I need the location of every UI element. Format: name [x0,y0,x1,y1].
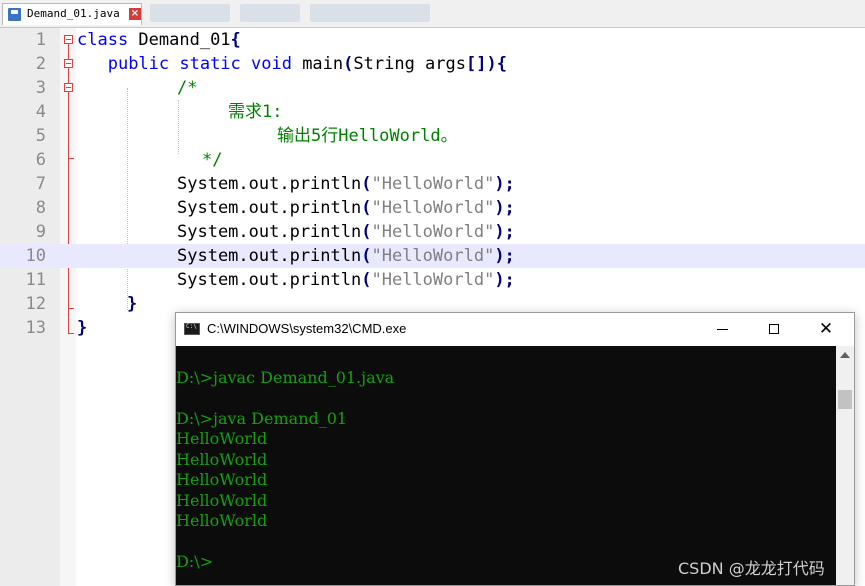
code-text: System.out.println("HelloWorld"); [177,246,515,266]
cmd-window[interactable]: C:\WINDOWS\system32\CMD.exe ✕ D:\>javac … [175,312,855,586]
code-line-6[interactable]: 6 */ [0,148,865,172]
save-icon [8,8,21,21]
cmd-window-title: C:\WINDOWS\system32\CMD.exe [207,321,407,336]
tab-demand-01[interactable]: Demand_01.java × [2,3,142,25]
code-line-9[interactable]: 9 System.out.println("HelloWorld"); [0,220,865,244]
code-text: } [77,318,88,338]
line-number: 3 [35,78,46,98]
code-text: System.out.println("HelloWorld"); [177,270,515,290]
code-text: 需求1: [228,102,283,122]
code-line-3[interactable]: 3 /* [0,76,865,100]
code-text: class Demand_01{ [77,30,241,50]
terminal-line: HelloWorld [176,429,268,448]
terminal-icon [184,323,200,335]
tab-label: Demand_01.java [27,7,120,20]
terminal-prompt: D:\> [176,552,214,571]
code-text: */ [202,150,223,170]
scroll-thumb[interactable] [838,390,852,409]
code-text: System.out.println("HelloWorld"); [177,174,515,194]
tab-bar: Demand_01.java × [0,0,865,28]
scroll-up-icon[interactable] [840,352,850,358]
code-text: 输出5行HelloWorld。 [277,126,458,146]
code-line-4[interactable]: 4 需求1: [0,100,865,124]
blurred-tab[interactable] [310,4,430,22]
line-number: 6 [35,150,46,170]
terminal-line: HelloWorld [176,450,268,469]
line-number: 1 [35,30,46,50]
code-line-1[interactable]: 1 class Demand_01{ [0,28,865,52]
code-line-10[interactable]: 10 System.out.println("HelloWorld"); [0,244,865,268]
close-tab-icon[interactable]: × [129,8,141,20]
maximize-icon[interactable] [748,313,800,346]
code-line-2[interactable]: 2 public static void main(String args[])… [0,52,865,76]
blurred-tab[interactable] [150,4,230,22]
code-line-8[interactable]: 8 System.out.println("HelloWorld"); [0,196,865,220]
blurred-tab[interactable] [240,4,300,22]
line-number: 13 [25,318,46,338]
code-line-7[interactable]: 7 System.out.println("HelloWorld"); [0,172,865,196]
minimize-icon[interactable] [696,313,748,346]
cmd-titlebar[interactable]: C:\WINDOWS\system32\CMD.exe ✕ [176,313,854,346]
terminal-line: D:\>javac Demand_01.java [176,368,395,387]
line-number: 2 [35,54,46,74]
watermark: CSDN @龙龙打代码 [678,559,825,578]
code-text: System.out.println("HelloWorld"); [177,198,515,218]
line-number: 4 [35,102,46,122]
line-number: 12 [25,294,46,314]
terminal-output[interactable]: D:\>javac Demand_01.java D:\>java Demand… [176,346,836,585]
close-icon[interactable]: ✕ [800,313,852,346]
terminal-line: HelloWorld [176,491,268,510]
code-line-11[interactable]: 11 System.out.println("HelloWorld"); [0,268,865,292]
line-number: 10 [25,246,46,266]
code-text: } [127,294,138,314]
code-text: System.out.println("HelloWorld"); [177,222,515,242]
terminal-scrollbar[interactable] [836,346,854,585]
line-number: 9 [35,222,46,242]
terminal-line: D:\>java Demand_01 [176,409,348,428]
code-text: public static void main(String args[]){ [107,54,507,74]
terminal-line: HelloWorld [176,470,268,489]
line-number: 7 [35,174,46,194]
code-line-5[interactable]: 5 输出5行HelloWorld。 [0,124,865,148]
code-text: /* [177,78,198,98]
line-number: 8 [35,198,46,218]
line-number: 11 [25,270,46,290]
terminal-line: HelloWorld [176,511,268,530]
line-number: 5 [35,126,46,146]
